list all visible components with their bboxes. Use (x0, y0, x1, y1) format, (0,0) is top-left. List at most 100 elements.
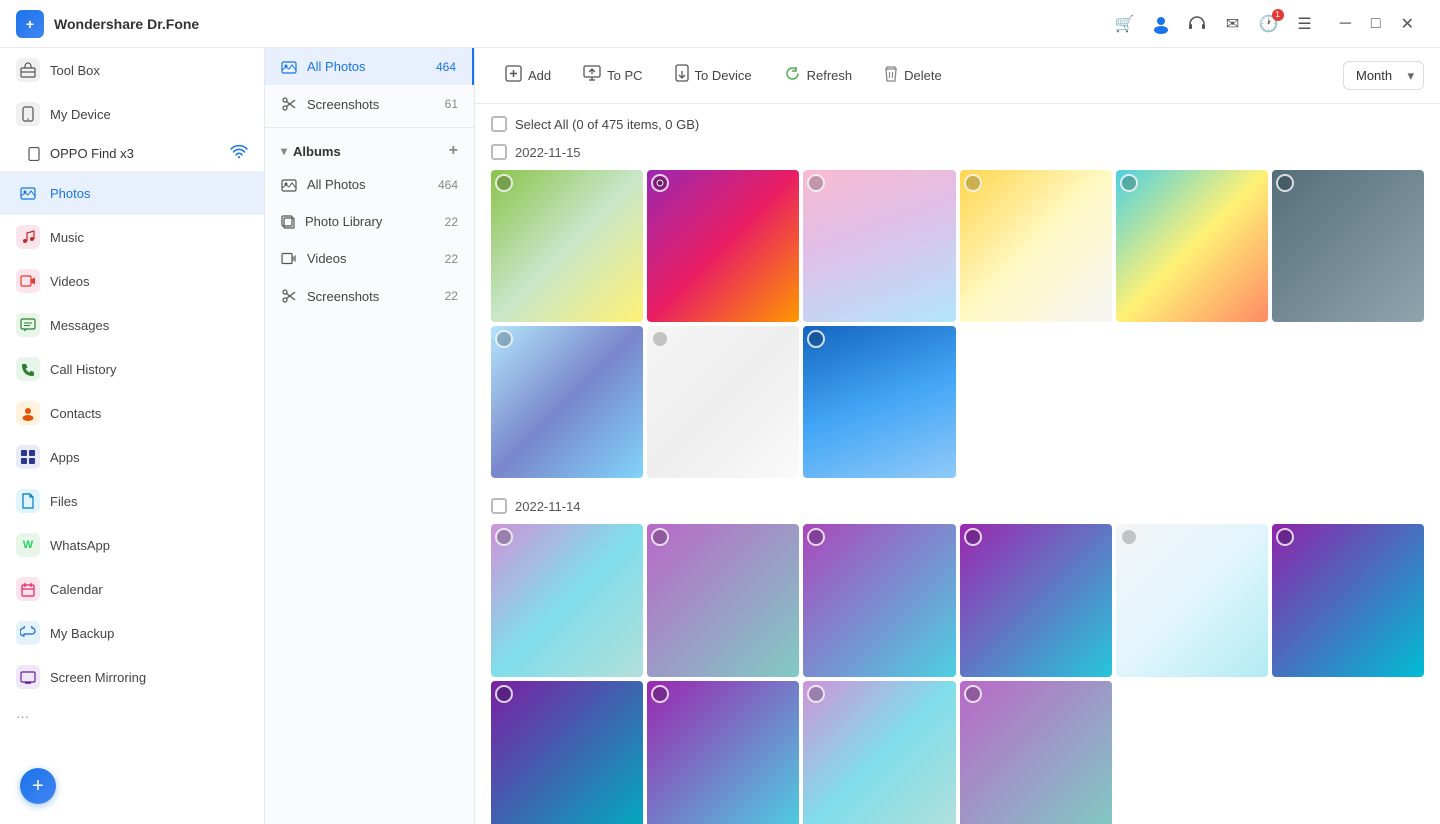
select-all-checkbox[interactable] (491, 116, 507, 132)
photo-thumb[interactable] (647, 681, 799, 824)
sidebar-label-files: Files (50, 494, 77, 509)
mid-item-screenshots[interactable]: Screenshots 61 (265, 85, 474, 123)
photo-thumb[interactable] (803, 524, 955, 676)
cart-icon[interactable]: 🛒 (1114, 13, 1136, 35)
photo-thumb[interactable] (803, 326, 955, 478)
month-select[interactable]: Month Day Year (1343, 61, 1424, 90)
photo-thumb[interactable] (491, 524, 643, 676)
delete-button[interactable]: Delete (870, 58, 956, 94)
mid-album-label-videos: Videos (307, 251, 347, 266)
sidebar-item-callhistory[interactable]: Call History (0, 347, 264, 391)
maximize-button[interactable]: □ (1361, 0, 1391, 48)
album-scissors-icon (281, 288, 297, 304)
mail-icon[interactable]: ✉ (1222, 13, 1244, 35)
photo-thumb[interactable] (647, 524, 799, 676)
chevron-down-icon: ▾ (281, 144, 287, 158)
toolbox-icon (16, 58, 40, 82)
mid-label-screenshots: Screenshots (307, 97, 379, 112)
photo-thumb[interactable] (960, 524, 1112, 676)
titlebar-controls: 🛒 ✉ 🕐 1 ☰ ─ □ ✕ (1114, 0, 1424, 48)
mid-label-allphotos: All Photos (307, 59, 366, 74)
date-group-1: 2022-11-15 (491, 144, 1424, 478)
photo-thumb[interactable] (491, 326, 643, 478)
refresh-button[interactable]: Refresh (770, 58, 867, 94)
sidebar-item-mydevice[interactable]: My Device (0, 92, 264, 136)
photo-thumb[interactable] (960, 681, 1112, 824)
photo-thumb[interactable] (647, 170, 799, 322)
videos-icon (16, 269, 40, 293)
date-group-2: 2022-11-14 (491, 498, 1424, 824)
photo-thumb[interactable] (1272, 524, 1424, 676)
to-pc-icon (583, 65, 601, 86)
photo-check (651, 685, 669, 703)
titlebar: + Wondershare Dr.Fone 🛒 ✉ 🕐 1 ☰ ─ □ ✕ (0, 0, 1440, 48)
to-device-button[interactable]: To Device (661, 57, 766, 94)
user-icon[interactable] (1150, 13, 1172, 35)
sidebar-item-files[interactable]: Files (0, 479, 264, 523)
photo-thumb[interactable] (1116, 524, 1268, 676)
sidebar-item-mybackup[interactable]: My Backup (0, 611, 264, 655)
photo-thumb[interactable] (491, 681, 643, 824)
sidebar-item-more[interactable]: ··· (0, 699, 264, 734)
photo-thumb[interactable] (1116, 170, 1268, 322)
mybackup-icon (16, 621, 40, 645)
photos-scroll[interactable]: Select All (0 of 475 items, 0 GB) 2022-1… (475, 104, 1440, 824)
sidebar-item-videos[interactable]: Videos (0, 259, 264, 303)
select-all-label: Select All (0 of 475 items, 0 GB) (515, 117, 699, 132)
fab-button[interactable]: + (20, 768, 56, 804)
mid-album-count-allphotos: 464 (438, 178, 458, 192)
select-all-row: Select All (0 of 475 items, 0 GB) (491, 116, 1424, 132)
add-album-button[interactable]: + (449, 142, 458, 160)
photo-thumb[interactable] (491, 170, 643, 322)
sidebar-item-apps[interactable]: Apps (0, 435, 264, 479)
mid-album-videos[interactable]: Videos 22 (265, 240, 474, 277)
album-allphotos-icon (281, 178, 297, 192)
sidebar-item-toolbox[interactable]: Tool Box (0, 48, 264, 92)
mid-album-count-photolibrary: 22 (445, 215, 458, 229)
mid-album-photolibrary[interactable]: Photo Library 22 (265, 203, 474, 240)
date-checkbox-2[interactable] (491, 498, 507, 514)
messages-icon (16, 313, 40, 337)
sidebar-item-calendar[interactable]: Calendar (0, 567, 264, 611)
photo-thumb[interactable] (803, 681, 955, 824)
sidebar-item-screenmirror[interactable]: Screen Mirroring (0, 655, 264, 699)
contacts-icon (16, 401, 40, 425)
minimize-button[interactable]: ─ (1330, 0, 1361, 48)
date-checkbox-1[interactable] (491, 144, 507, 160)
calendar-icon (16, 577, 40, 601)
mid-album-screenshots[interactable]: Screenshots 22 (265, 277, 474, 315)
to-device-label: To Device (695, 68, 752, 83)
headset-icon[interactable] (1186, 13, 1208, 35)
mid-item-allphotos[interactable]: All Photos 464 (265, 48, 474, 85)
wifi-icon (230, 144, 248, 163)
sidebar-item-messages[interactable]: Messages (0, 303, 264, 347)
photo-thumb[interactable] (647, 326, 799, 478)
sidebar-label-calendar: Calendar (50, 582, 103, 597)
sidebar-label-mybackup: My Backup (50, 626, 114, 641)
sidebar-item-music[interactable]: Music (0, 215, 264, 259)
callhistory-icon (16, 357, 40, 381)
sidebar-item-whatsapp[interactable]: W WhatsApp (0, 523, 264, 567)
photo-check (964, 174, 982, 192)
device-entry[interactable]: OPPO Find x3 (0, 136, 264, 171)
add-button[interactable]: Add (491, 58, 565, 94)
mid-count-allphotos: 464 (436, 60, 456, 74)
mid-album-allphotos[interactable]: All Photos 464 (265, 166, 474, 203)
sidebar-label-contacts: Contacts (50, 406, 101, 421)
photo-thumb[interactable] (803, 170, 955, 322)
menu-icon[interactable]: ☰ (1294, 13, 1316, 35)
date-label-1: 2022-11-15 (515, 145, 581, 160)
photo-thumb[interactable] (1272, 170, 1424, 322)
sidebar-item-contacts[interactable]: Contacts (0, 391, 264, 435)
photo-thumb[interactable] (960, 170, 1112, 322)
delete-label: Delete (904, 68, 942, 83)
refresh-icon (784, 65, 801, 87)
sidebar-label-videos: Videos (50, 274, 90, 289)
sidebar-item-photos[interactable]: Photos (0, 171, 264, 215)
albums-section-header[interactable]: ▾ Albums + (265, 132, 474, 166)
notification-icon[interactable]: 🕐 1 (1258, 13, 1280, 35)
close-button[interactable]: ✕ (1391, 0, 1424, 48)
delete-icon (884, 65, 898, 87)
date-header-1: 2022-11-15 (491, 144, 1424, 160)
to-pc-button[interactable]: To PC (569, 58, 656, 93)
